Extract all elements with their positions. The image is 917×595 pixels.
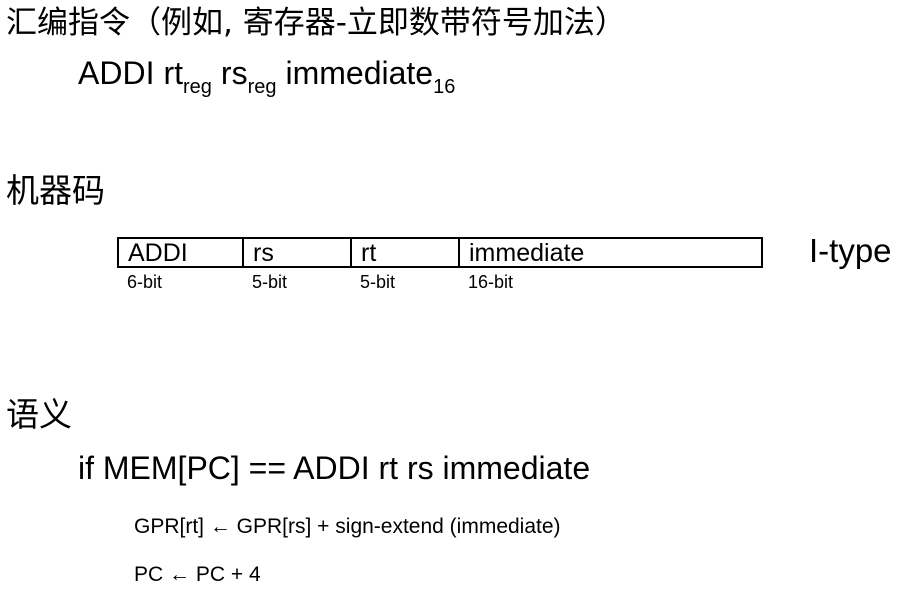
heading-assembly-instruction: 汇编指令（例如, 寄存器-立即数带符号加法） — [6, 5, 626, 41]
bits-rs: 5-bit — [252, 272, 288, 292]
syntax-rs-subscript: reg — [247, 76, 277, 98]
semantics-line-pc: PC ← PC + 4 — [134, 563, 261, 586]
syntax-rs: rs — [220, 55, 248, 91]
syntax-rt: rt — [163, 55, 183, 91]
heading-machine-code: 机器码 — [6, 171, 105, 210]
bits-immediate: 16-bit — [468, 272, 514, 292]
bits-rt: 5-bit — [360, 272, 396, 292]
bits-opcode: 6-bit — [127, 272, 163, 292]
heading-semantics: 语义 — [6, 395, 72, 434]
syntax-rt-subscript: reg — [183, 76, 212, 98]
syntax-immediate-subscript: 16 — [433, 76, 456, 98]
syntax-immediate: immediate — [285, 55, 434, 91]
field-rt: rt — [352, 239, 460, 267]
field-immediate: immediate — [469, 239, 585, 267]
field-opcode: ADDI — [119, 239, 244, 267]
field-rs: rs — [244, 239, 352, 267]
instruction-syntax: ADDI rtreg rsreg immediate16 — [78, 55, 455, 97]
machine-code-table: ADDI rs rt immediate — [117, 237, 763, 268]
syntax-mnemonic: ADDI — [78, 55, 155, 91]
semantics-line-gpr: GPR[rt] ← GPR[rs] + sign-extend (immedia… — [134, 515, 561, 538]
semantics-condition: if MEM[PC] == ADDI rt rs immediate — [78, 450, 591, 486]
instruction-type-label: I-type — [809, 232, 892, 269]
